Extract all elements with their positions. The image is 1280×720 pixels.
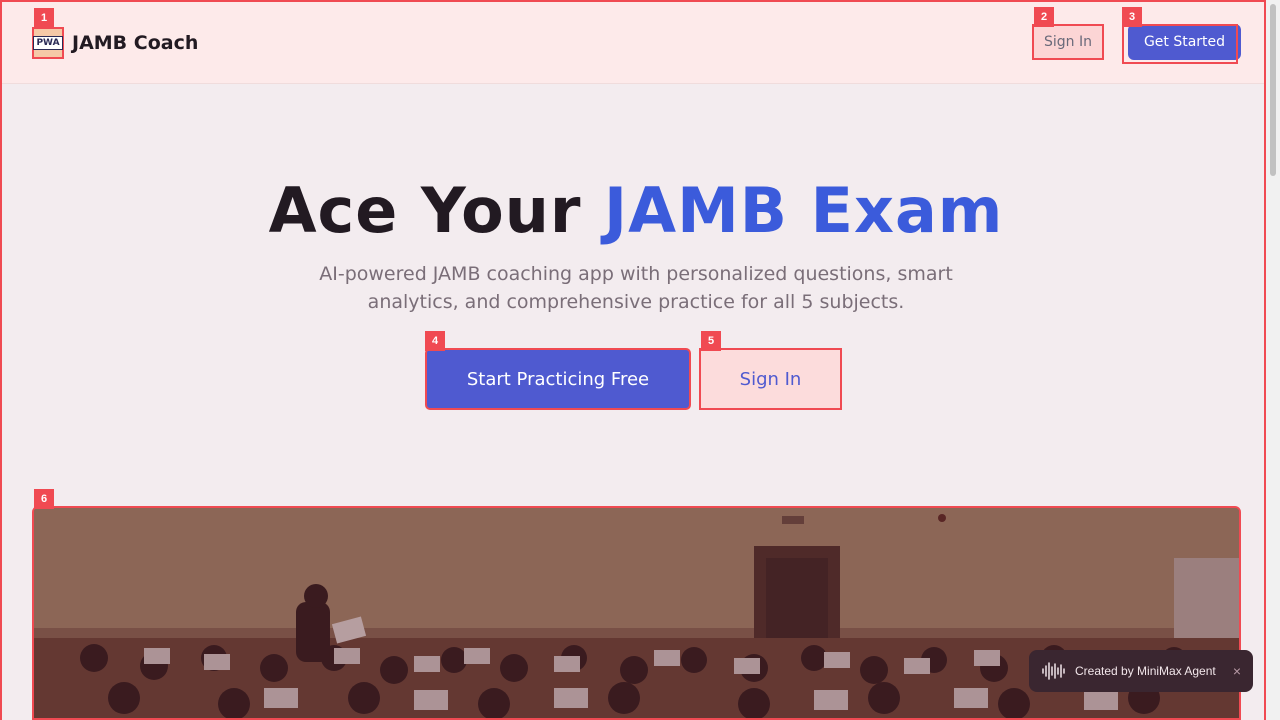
brand[interactable]: PWA JAMB Coach	[32, 27, 198, 59]
scrollbar-thumb[interactable]	[1270, 4, 1276, 176]
annotation-badge: 1	[34, 8, 54, 28]
hero-title-accent: JAMB Exam	[604, 174, 1004, 247]
annotation-badge: 3	[1122, 7, 1142, 27]
hero-signin-button[interactable]: Sign In	[699, 348, 842, 410]
pwa-logo-icon: PWA	[32, 27, 64, 59]
toast-label: Created by MiniMax Agent	[1075, 664, 1216, 678]
annotation-badge: 5	[701, 331, 721, 351]
annotation-badge: 6	[34, 489, 54, 509]
hero-title-part1: Ace Your	[268, 174, 605, 247]
annotation-badge: 4	[425, 331, 445, 351]
start-practicing-button[interactable]: Start Practicing Free	[425, 348, 691, 410]
created-by-toast[interactable]: Created by MiniMax Agent ×	[1029, 650, 1253, 692]
close-icon[interactable]: ×	[1233, 663, 1241, 679]
header-get-started-button[interactable]: Get Started	[1122, 24, 1241, 64]
header-signin-button[interactable]: Sign In	[1032, 24, 1104, 60]
sound-wave-icon	[1042, 662, 1065, 680]
hero-subtitle: AI-powered JAMB coaching app with person…	[319, 263, 953, 313]
annotation-badge: 2	[1034, 7, 1054, 27]
hero-title: Ace Your JAMB Exam	[0, 174, 1272, 247]
get-started-label: Get Started	[1143, 34, 1226, 50]
brand-name: JAMB Coach	[72, 32, 199, 54]
logo-text: PWA	[33, 36, 63, 50]
top-nav: PWA JAMB Coach Sign In Get Started	[2, 2, 1264, 84]
vertical-scrollbar[interactable]	[1266, 0, 1280, 720]
